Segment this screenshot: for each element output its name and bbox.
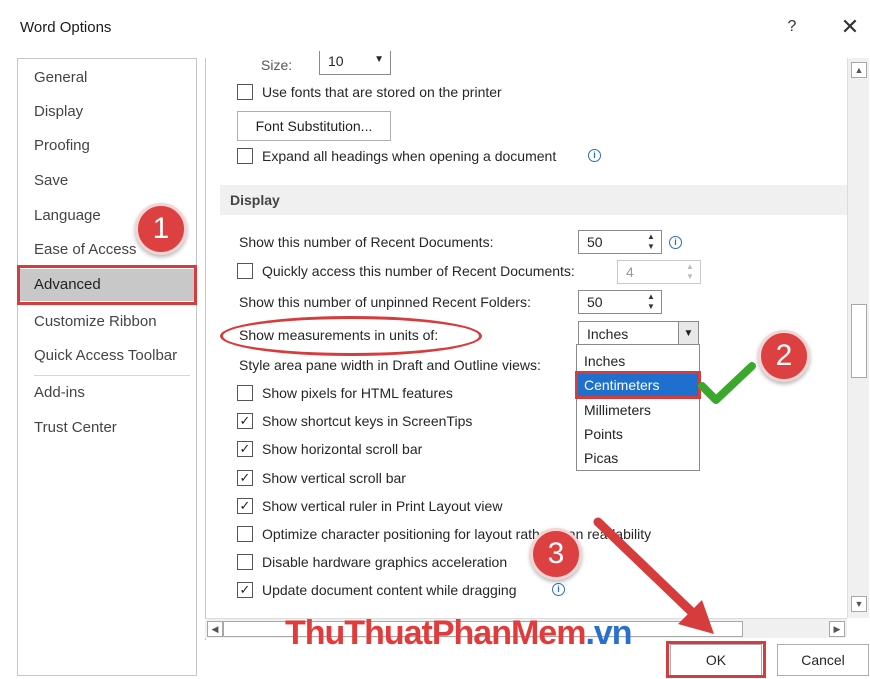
- checkbox-shortcut-keys[interactable]: ✓: [237, 413, 253, 429]
- nav-item-trust-center[interactable]: Trust Center: [18, 412, 196, 444]
- category-nav: General Display Proofing Save Language E…: [17, 58, 197, 676]
- centimeters-highlight-box: [575, 371, 701, 399]
- chevron-down-icon: ▼: [374, 54, 384, 65]
- nav-item-quick-access-toolbar[interactable]: Quick Access Toolbar: [18, 340, 196, 372]
- expand-headings-checkbox[interactable]: [237, 148, 253, 164]
- expand-headings-label: Expand all headings when opening a docum…: [262, 148, 557, 164]
- quick-access-value: 4: [626, 264, 634, 280]
- close-button[interactable]: ✕: [836, 14, 864, 40]
- checkbox-update-dragging[interactable]: ✓: [237, 582, 253, 598]
- font-size-label: Size:: [261, 57, 293, 73]
- quick-access-label: Quickly access this number of Recent Doc…: [262, 263, 575, 279]
- checkbox-vertical-scroll[interactable]: ✓: [237, 470, 253, 486]
- info-icon[interactable]: i: [588, 149, 601, 162]
- step-3-badge: 3: [530, 528, 582, 580]
- nav-item-display[interactable]: Display: [18, 96, 196, 128]
- scroll-right-icon[interactable]: ▶: [829, 621, 845, 637]
- show-pixels-label: Show pixels for HTML features: [262, 385, 453, 401]
- unpinned-folders-value: 50: [587, 294, 603, 310]
- scroll-down-icon[interactable]: ▼: [851, 596, 867, 612]
- step-1-badge: 1: [135, 203, 187, 255]
- nav-item-add-ins[interactable]: Add-ins: [18, 377, 196, 409]
- advanced-highlight-box: [17, 265, 197, 305]
- dropdown-option-points[interactable]: Points: [578, 422, 698, 446]
- step-2-badge: 2: [758, 330, 810, 382]
- window-title: Word Options: [20, 19, 112, 36]
- quick-access-spinner[interactable]: 4 ▲ ▼: [617, 260, 701, 284]
- scroll-left-icon[interactable]: ◀: [207, 621, 223, 637]
- checkbox-vertical-ruler[interactable]: ✓: [237, 498, 253, 514]
- info-icon[interactable]: i: [669, 236, 682, 249]
- measurements-dropdown-list: Inches Centimeters Millimeters Points Pi…: [576, 344, 700, 471]
- checkbox-disable-hw-accel[interactable]: [237, 554, 253, 570]
- dropdown-option-inches[interactable]: Inches: [578, 349, 698, 373]
- font-size-select[interactable]: 10 ▼: [319, 51, 391, 75]
- arrow-icon: [593, 517, 714, 634]
- quick-access-checkbox[interactable]: [237, 263, 253, 279]
- use-printer-fonts-checkbox[interactable]: [237, 84, 253, 100]
- spinner-arrows-icon[interactable]: ▲ ▼: [645, 232, 657, 252]
- vertical-scroll-label: Show vertical scroll bar: [262, 470, 406, 486]
- nav-item-save[interactable]: Save: [18, 165, 196, 197]
- vertical-scrollbar[interactable]: ▲ ▼: [847, 58, 869, 618]
- measurements-select[interactable]: Inches ▼: [578, 321, 699, 346]
- update-dragging-label: Update document content while dragging: [262, 582, 517, 598]
- nav-item-proofing[interactable]: Proofing: [18, 130, 196, 162]
- recent-docs-spinner[interactable]: 50 ▲ ▼: [578, 230, 662, 254]
- vertical-ruler-label: Show vertical ruler in Print Layout view: [262, 498, 503, 514]
- cancel-button[interactable]: Cancel: [777, 644, 869, 676]
- recent-docs-label: Show this number of Recent Documents:: [239, 234, 494, 250]
- nav-divider: [34, 375, 190, 376]
- info-icon[interactable]: i: [552, 583, 565, 596]
- dropdown-option-millimeters[interactable]: Millimeters: [578, 398, 698, 422]
- checkbox-show-pixels[interactable]: [237, 385, 253, 401]
- nav-item-customize-ribbon[interactable]: Customize Ribbon: [18, 306, 196, 338]
- style-area-label: Style area pane width in Draft and Outli…: [239, 357, 541, 373]
- font-size-value: 10: [328, 53, 344, 69]
- checkbox-optimize-positioning[interactable]: [237, 526, 253, 542]
- title-bar: Word Options ? ✕: [0, 0, 870, 52]
- font-substitution-button[interactable]: Font Substitution...: [237, 111, 391, 141]
- recent-docs-value: 50: [587, 234, 603, 250]
- checkbox-horizontal-scroll[interactable]: ✓: [237, 441, 253, 457]
- unpinned-folders-label: Show this number of unpinned Recent Fold…: [239, 294, 531, 310]
- vertical-scroll-thumb[interactable]: [851, 304, 867, 378]
- measurements-highlight-ellipse: [220, 316, 482, 356]
- ok-highlight-box: [666, 641, 766, 678]
- watermark-logo: ThuThuatPhanMem.vn: [285, 614, 633, 652]
- spinner-arrows-icon[interactable]: ▲ ▼: [645, 292, 657, 312]
- chevron-down-icon[interactable]: ▼: [678, 322, 698, 345]
- display-section-header: Display: [220, 185, 847, 215]
- nav-item-general[interactable]: General: [18, 62, 196, 94]
- spinner-arrows-icon[interactable]: ▲ ▼: [684, 262, 696, 282]
- measurements-value: Inches: [587, 326, 629, 342]
- checkmark-icon: [698, 362, 756, 404]
- use-printer-fonts-label: Use fonts that are stored on the printer: [262, 84, 502, 100]
- unpinned-folders-spinner[interactable]: 50 ▲ ▼: [578, 290, 662, 314]
- horizontal-scroll-label: Show horizontal scroll bar: [262, 441, 423, 457]
- help-button[interactable]: ?: [780, 14, 804, 40]
- scroll-up-icon[interactable]: ▲: [851, 62, 867, 78]
- disable-hw-accel-label: Disable hardware graphics acceleration: [262, 554, 508, 570]
- shortcut-keys-label: Show shortcut keys in ScreenTips: [262, 413, 473, 429]
- dropdown-option-picas[interactable]: Picas: [578, 446, 698, 470]
